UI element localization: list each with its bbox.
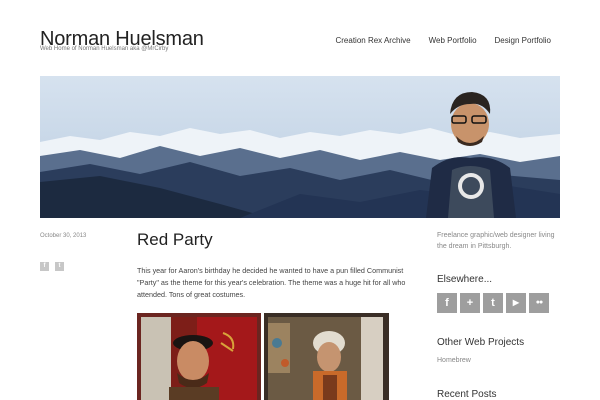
post-date: October 30, 2013: [40, 233, 87, 239]
post-share-icons: f t: [40, 262, 64, 271]
header-image: [40, 76, 560, 218]
flickr-icon[interactable]: ●●: [529, 293, 549, 313]
post-title[interactable]: Red Party: [137, 230, 213, 250]
gallery-photo-2: [264, 313, 389, 400]
post-body: This year for Aaron's birthday he decide…: [137, 266, 406, 299]
sidebar-intro: Freelance graphic/web designer living th…: [437, 232, 555, 250]
gallery-photo-1: [137, 313, 261, 400]
google-plus-icon[interactable]: +: [460, 293, 480, 313]
twitter-icon[interactable]: t: [55, 262, 64, 271]
elsewhere-heading: Elsewhere...: [437, 274, 493, 285]
main-nav: Creation Rex Archive Web Portfolio Desig…: [335, 36, 551, 45]
sidebar-social-icons: f + t ▶ ●●: [437, 293, 549, 313]
recent-posts-heading: Recent Posts: [437, 389, 497, 400]
twitter-icon[interactable]: t: [483, 293, 503, 313]
other-projects-heading: Other Web Projects: [437, 337, 525, 348]
facebook-icon[interactable]: f: [437, 293, 457, 313]
facebook-icon[interactable]: f: [40, 262, 49, 271]
nav-creation-rex-archive[interactable]: Creation Rex Archive: [335, 36, 410, 45]
post-gallery: [137, 313, 389, 400]
site-tagline: Web Home of Norman Huelsman aka @MrCirby: [40, 46, 169, 52]
youtube-icon[interactable]: ▶: [506, 293, 526, 313]
nav-web-portfolio[interactable]: Web Portfolio: [429, 36, 477, 45]
nav-design-portfolio[interactable]: Design Portfolio: [495, 36, 551, 45]
homebrew-link[interactable]: Homebrew: [437, 357, 471, 364]
